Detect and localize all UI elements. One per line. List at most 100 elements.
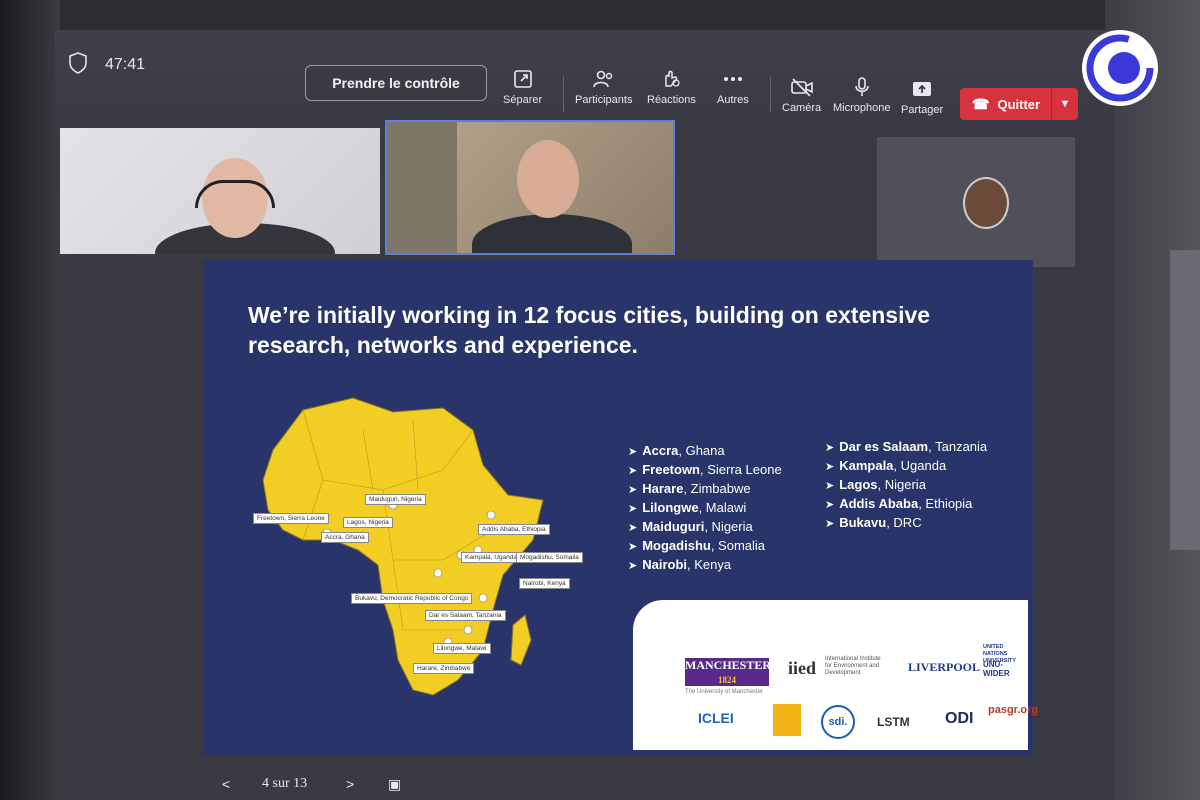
page-indicator: 4 sur 13 [262, 776, 308, 791]
city-name: Accra [642, 443, 679, 458]
toolbar-divider [770, 76, 771, 112]
list-item: ➤ Kampala, Uganda [825, 457, 987, 476]
slide-navigation: < 4 sur 13 > ▣ [160, 770, 460, 800]
lstm-logo: LSTM [877, 715, 910, 729]
arrow-icon: ➤ [825, 499, 835, 511]
camera-label: Caméra [782, 102, 822, 114]
city-name: Harare [642, 481, 684, 496]
city-country: , Somalia [710, 538, 766, 553]
previous-slide-icon[interactable]: < [222, 776, 230, 792]
manchester-logo-text: MANCHESTER [685, 658, 772, 672]
list-item: ➤ Lilongwe, Malawi [628, 499, 782, 518]
arrow-icon: ➤ [825, 480, 835, 492]
hang-up-icon: ☎ [972, 95, 990, 112]
arrow-icon: ➤ [628, 446, 638, 458]
iied-subtitle: International Institute for Environment … [825, 656, 881, 676]
iclei-logo: ICLEI [698, 710, 734, 726]
arrow-icon: ➤ [628, 484, 638, 496]
quit-button[interactable]: ☎ Quitter ▼ [960, 88, 1078, 120]
city-name: Dar es Salaam [839, 439, 929, 454]
arrow-icon: ➤ [825, 518, 835, 530]
liverpool-logo: LIVERPOOL [908, 660, 981, 674]
city-country: , Tanzania [928, 439, 988, 454]
participant-video-3[interactable] [877, 137, 1075, 267]
arrow-icon: ➤ [825, 442, 835, 454]
city-country: , Nigeria [704, 519, 753, 534]
toolbar-divider [563, 76, 564, 112]
iied-logo: iied [788, 658, 817, 678]
share-label: Partager [901, 104, 944, 116]
microphone-icon [854, 77, 869, 96]
shield-icon [69, 52, 87, 74]
list-item: ➤ Dar es Salaam, Tanzania [825, 438, 987, 457]
city-country: , Nigeria [877, 477, 926, 492]
city-name: Freetown [642, 462, 701, 477]
more-button[interactable]: Autres [717, 68, 749, 106]
list-item: ➤ Freetown, Sierra Leone [628, 461, 782, 480]
list-item: ➤ Nairobi, Kenya [628, 556, 782, 575]
arrow-icon: ➤ [825, 461, 835, 473]
participants-button[interactable]: Participants [575, 68, 632, 106]
projected-screen: 47:41 Prendre le contrôle Séparer Partic… [55, 30, 1115, 800]
city-country: , Malawi [698, 500, 747, 515]
arrow-icon: ➤ [628, 503, 638, 515]
pasgr-logo: pasgr.org [988, 704, 1039, 716]
take-control-button[interactable]: Prendre le contrôle [305, 65, 487, 101]
manchester-logo-year: 1824 [718, 675, 736, 685]
more-icon [723, 77, 742, 81]
list-item: ➤ Lagos, Nigeria [825, 476, 987, 495]
participants-label: Participants [575, 94, 633, 106]
participant-body [472, 214, 632, 253]
list-item: ➤ Harare, Zimbabwe [628, 480, 782, 499]
headset-icon [195, 180, 275, 208]
microphone-label: Microphone [833, 102, 891, 114]
map-label: Dar es Salaam, Tanzania [425, 610, 506, 621]
quit-label: Quitter [997, 96, 1041, 112]
pop-out-button[interactable]: Séparer [503, 68, 542, 106]
room-wall-left [0, 0, 60, 800]
city-name: Addis Ababa [839, 496, 919, 511]
map-label: Maiduguri, Nigeria [365, 494, 426, 505]
city-name: Kampala [839, 458, 894, 473]
list-item: ➤ Maiduguri, Nigeria [628, 518, 782, 537]
participant-video-1[interactable] [60, 128, 380, 254]
camera-button[interactable]: Caméra [782, 76, 821, 114]
sdi-logo: sdi. [821, 705, 855, 739]
participant-video-2-active[interactable] [385, 120, 675, 255]
map-label: Harare, Zimbabwe [413, 663, 475, 674]
arrow-icon: ➤ [628, 522, 638, 534]
city-name: Lilongwe [642, 500, 699, 515]
slide-title: We’re initially working in 12 focus citi… [248, 302, 931, 358]
background-wall [387, 122, 457, 253]
map-label: Lagos, Nigeria [343, 517, 393, 528]
channel-logo-icon [1086, 34, 1154, 102]
room-panel [1170, 250, 1200, 550]
list-item: ➤ Bukavu, DRC [825, 514, 987, 533]
pop-out-icon [513, 70, 532, 88]
city-country: , Kenya [687, 557, 732, 572]
arrow-icon: ➤ [628, 465, 638, 477]
participant-avatar [963, 177, 1009, 229]
microphone-button[interactable]: Microphone [833, 76, 890, 114]
chevron-down-icon[interactable]: ▼ [1052, 98, 1078, 110]
share-button[interactable]: Partager [901, 78, 943, 116]
reactions-icon [665, 70, 681, 87]
participants-icon [592, 70, 612, 88]
odi-logo: ODI [945, 710, 974, 727]
next-slide-icon[interactable]: > [346, 776, 354, 792]
slide-grid-icon[interactable]: ▣ [388, 776, 401, 793]
city-name: Nairobi [642, 557, 688, 572]
city-name: Lagos [839, 477, 878, 492]
meeting-timer: 47:41 [105, 56, 146, 73]
map-label: Kampala, Uganda [461, 552, 522, 563]
city-name: Mogadishu [642, 538, 711, 553]
reactions-button[interactable]: Réactions [647, 68, 696, 106]
arrow-icon: ➤ [628, 541, 638, 553]
map-label: Accra, Ghana [321, 532, 369, 543]
arrow-icon: ➤ [628, 560, 638, 572]
map-label: Mogadishu, Somalia [516, 552, 583, 563]
city-name: Maiduguri [642, 519, 705, 534]
manchester-logo: MANCHESTER 1824 [685, 658, 772, 686]
participant-head [517, 140, 579, 218]
map-label: Addis Ababa, Ethiopia [478, 524, 550, 535]
